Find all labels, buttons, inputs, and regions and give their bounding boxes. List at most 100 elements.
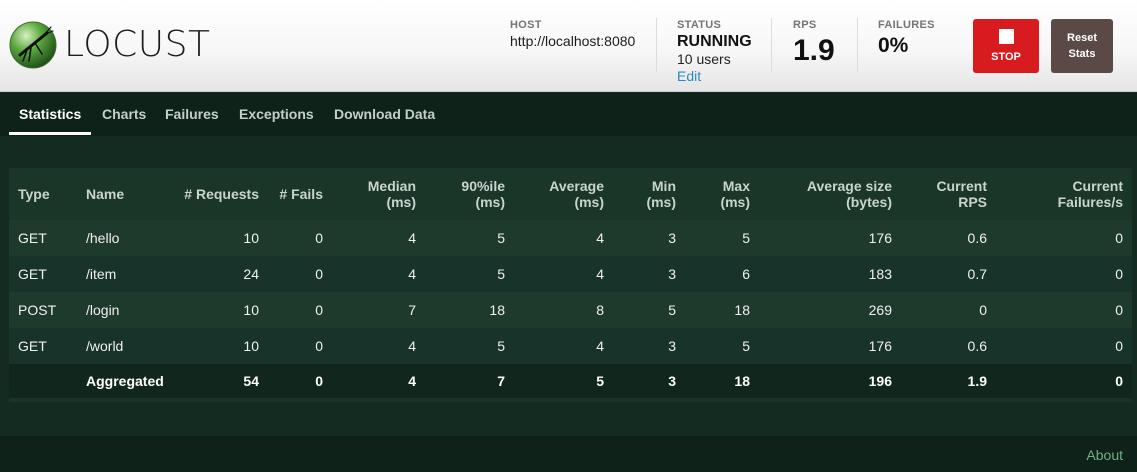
active-tab-indicator	[9, 132, 91, 135]
column-header[interactable]: Average size (bytes)	[759, 168, 901, 220]
current-rps-cell: 0.6	[901, 328, 996, 364]
current-failures-cell: 0	[996, 220, 1132, 256]
average-cell: 8	[514, 292, 613, 328]
table-row: GET/world 10 0 4 5 4 3 5 176 0.6 0	[9, 328, 1132, 364]
locust-logo[interactable]: LOCUST	[9, 21, 219, 71]
rps-info: RPS 1.9	[793, 18, 835, 68]
host-info: HOST http://localhost:8080	[510, 18, 635, 49]
table-body: GET/hello 10 0 4 5 4 3 5 176 0.6 0 GET/item 24 0 4 5 4 3 6…	[9, 220, 1132, 400]
tab-charts[interactable]: Charts	[102, 93, 146, 136]
median-cell: 4	[332, 220, 425, 256]
name-cell: /hello	[77, 220, 174, 256]
table-header-row: Type Name # Requests # Fails Median (ms)…	[9, 168, 1132, 220]
statistics-panel: Type Name # Requests # Fails Median (ms)…	[0, 136, 1137, 436]
median-cell: 4	[332, 364, 425, 400]
column-header-line: Current RPS	[936, 178, 987, 210]
tab-exceptions[interactable]: Exceptions	[239, 93, 314, 136]
average-cell: 5	[514, 364, 613, 400]
current-rps-cell: 0.6	[901, 220, 996, 256]
name-cell: /item	[77, 256, 174, 292]
reset-stats-label: Reset Stats	[1067, 32, 1097, 60]
current-rps-cell: 0.7	[901, 256, 996, 292]
column-header[interactable]: Current RPS	[901, 168, 996, 220]
aggregated-row: Aggregated 54 0 4 7 5 3 18 196 1.9 0	[9, 364, 1132, 400]
fails-cell: 0	[268, 292, 332, 328]
column-header[interactable]: # Requests	[174, 168, 268, 220]
tab-failures[interactable]: Failures	[165, 93, 219, 136]
column-header[interactable]: Median (ms)	[332, 168, 425, 220]
tab-download-data[interactable]: Download Data	[334, 93, 435, 136]
about-link[interactable]: About	[1086, 447, 1123, 463]
p90-cell: 5	[425, 328, 514, 364]
min-cell: 3	[613, 220, 685, 256]
stop-label: STOP	[991, 51, 1021, 63]
column-header[interactable]: Max (ms)	[685, 168, 759, 220]
tab-statistics[interactable]: Statistics	[19, 93, 81, 136]
footer: About	[0, 436, 1137, 472]
stop-button[interactable]: STOP	[973, 19, 1039, 73]
logo-text: LOCUST	[64, 24, 211, 65]
failures-label: FAILURES	[878, 19, 935, 31]
edit-users-link[interactable]: Edit	[677, 68, 752, 85]
column-header[interactable]: 90%ile (ms)	[425, 168, 514, 220]
table-row: POST/login 10 0 7 18 8 5 18 269 0 0	[9, 292, 1132, 328]
user-count: 10 users	[677, 51, 731, 67]
type-cell: POST	[9, 292, 77, 328]
divider	[656, 18, 657, 72]
failures-value: 0%	[878, 34, 909, 57]
column-header-line: Median (ms)	[367, 178, 416, 210]
min-cell: 5	[613, 292, 685, 328]
type-cell: GET	[9, 220, 77, 256]
requests-cell: 10	[174, 220, 268, 256]
host-label: HOST	[510, 19, 542, 31]
column-header[interactable]: Average (ms)	[514, 168, 613, 220]
max-cell: 6	[685, 256, 759, 292]
table-row: GET/item 24 0 4 5 4 3 6 183 0.7 0	[9, 256, 1132, 292]
current-rps-cell: 1.9	[901, 364, 996, 400]
fails-cell: 0	[268, 256, 332, 292]
column-header[interactable]: Type	[9, 168, 77, 220]
min-cell: 3	[613, 364, 685, 400]
current-rps-cell: 0	[901, 292, 996, 328]
reset-stats-button[interactable]: Reset Stats	[1051, 19, 1113, 73]
max-cell: 5	[685, 328, 759, 364]
median-cell: 4	[332, 328, 425, 364]
status-label: STATUS	[677, 19, 722, 31]
min-cell: 3	[613, 328, 685, 364]
name-cell: /login	[77, 292, 174, 328]
type-cell: GET	[9, 256, 77, 292]
type-cell	[9, 364, 77, 400]
median-cell: 4	[332, 256, 425, 292]
max-cell: 5	[685, 220, 759, 256]
p90-cell: 5	[425, 220, 514, 256]
name-cell: /world	[77, 328, 174, 364]
rps-label: RPS	[793, 19, 817, 31]
current-failures-cell: 0	[996, 292, 1132, 328]
fails-cell: 0	[268, 328, 332, 364]
column-header[interactable]: # Fails	[268, 168, 332, 220]
column-header-line: Average size (bytes)	[806, 178, 892, 210]
requests-cell: 10	[174, 292, 268, 328]
column-header-line: 90%ile (ms)	[461, 178, 505, 210]
status-info: STATUS RUNNING 10 users Edit	[677, 18, 752, 85]
header: LOCUST HOST http://localhost:8080 STATUS…	[0, 0, 1137, 92]
divider	[771, 18, 772, 72]
column-header-line: Current Failures/s	[1057, 178, 1123, 210]
column-header[interactable]: Min (ms)	[613, 168, 685, 220]
status-value: RUNNING	[677, 33, 752, 50]
max-cell: 18	[685, 292, 759, 328]
column-header-line: Average (ms)	[549, 178, 604, 210]
column-header-line: Max (ms)	[720, 178, 750, 210]
column-header[interactable]: Current Failures/s	[996, 168, 1132, 220]
p90-cell: 7	[425, 364, 514, 400]
column-header-line: Min (ms)	[646, 178, 676, 210]
requests-cell: 54	[174, 364, 268, 400]
column-header[interactable]: Name	[77, 168, 174, 220]
requests-cell: 24	[174, 256, 268, 292]
current-failures-cell: 0	[996, 256, 1132, 292]
average-cell: 4	[514, 328, 613, 364]
avg-size-cell: 269	[759, 292, 901, 328]
tab-bar: Statistics Charts Failures Exceptions Do…	[0, 93, 1137, 136]
name-cell: Aggregated	[77, 364, 174, 400]
divider	[857, 18, 858, 72]
